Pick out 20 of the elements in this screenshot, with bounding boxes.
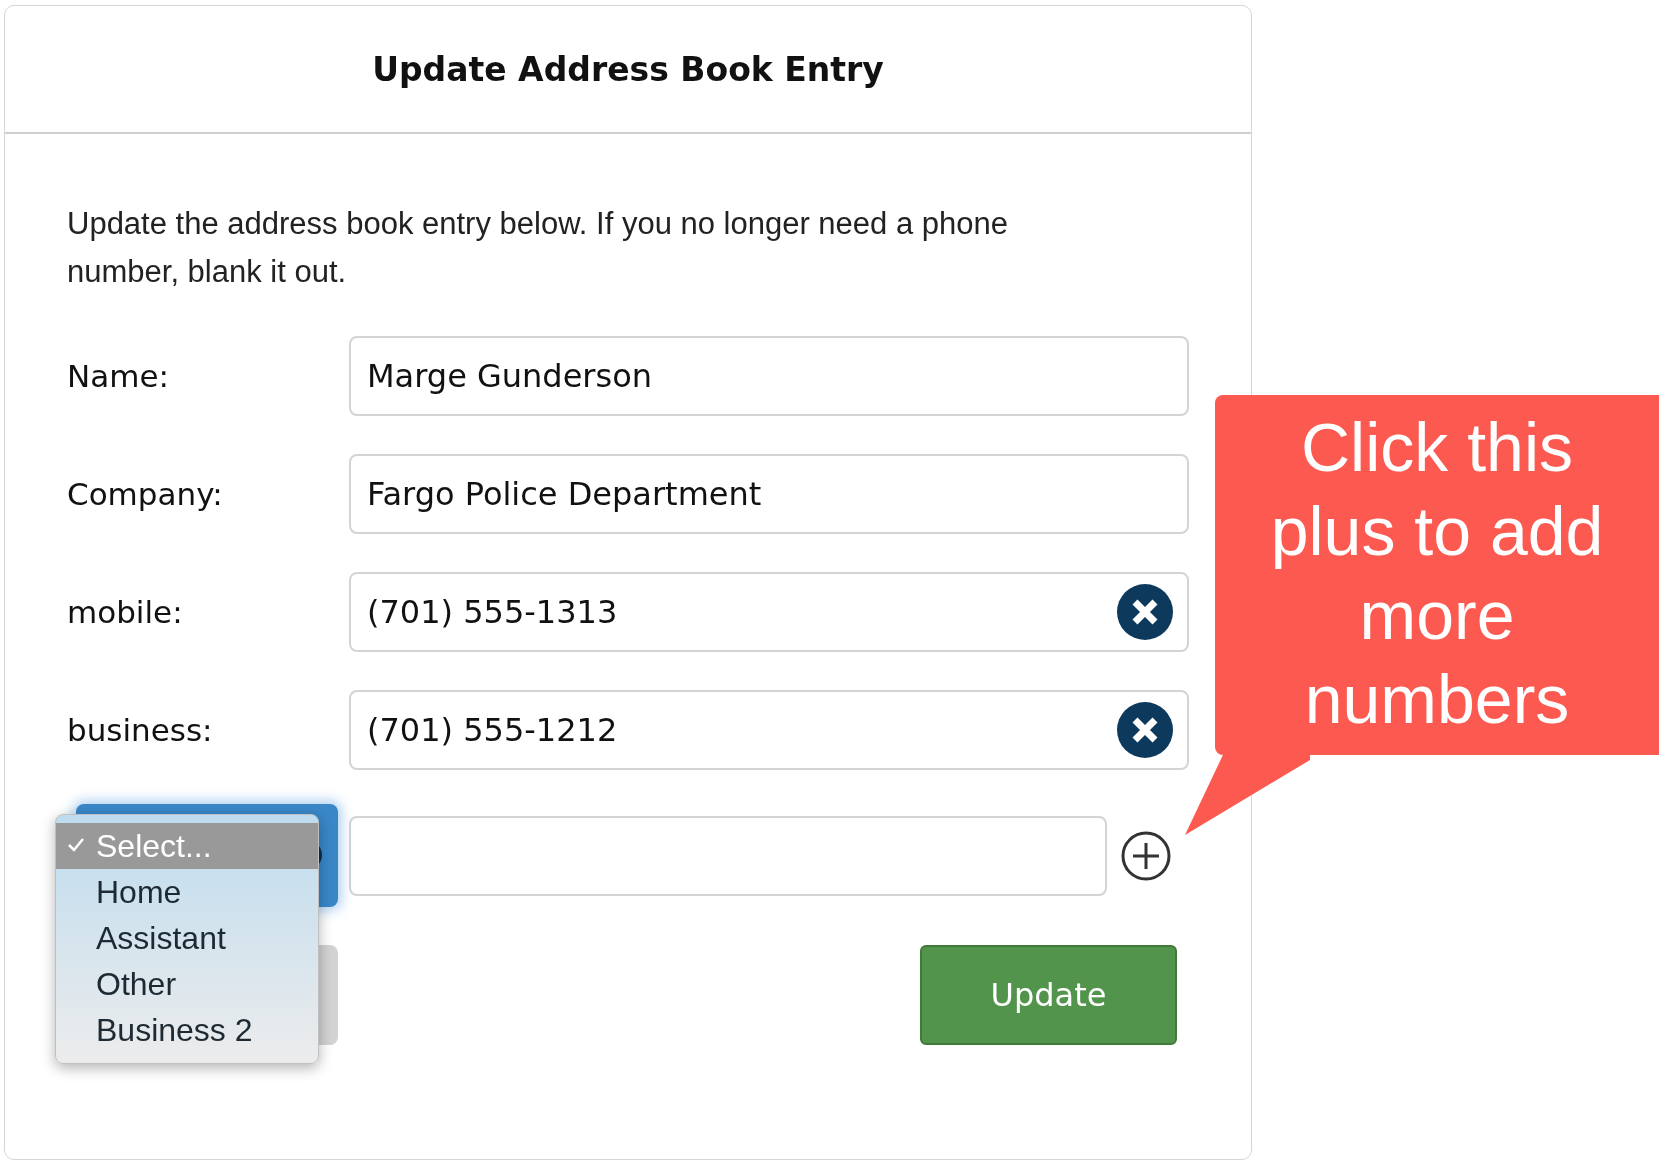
input-field[interactable]: Marge Gunderson bbox=[349, 336, 1189, 416]
field-label: Name: bbox=[67, 358, 170, 394]
menu-option[interactable]: Home bbox=[56, 869, 318, 915]
callout: Click this plus to add more numbers bbox=[1215, 395, 1659, 755]
instruction-text: Update the address book entry below. If you no longer need a phone number, blank it out. bbox=[67, 205, 1009, 291]
input-field[interactable]: (701) 555-1212 bbox=[349, 690, 1189, 770]
clear-icon[interactable] bbox=[1117, 702, 1173, 758]
menu-option[interactable]: Other bbox=[56, 961, 318, 1007]
input-field[interactable]: (701) 555-1313 bbox=[349, 572, 1189, 652]
menu-option[interactable]: Business 2 bbox=[56, 1007, 318, 1053]
add-icon[interactable] bbox=[1120, 829, 1172, 882]
input-field[interactable]: Fargo Police Department bbox=[349, 454, 1189, 534]
field-label: business: bbox=[67, 712, 214, 748]
dialog-title: Update Address Book Entry bbox=[372, 49, 884, 89]
field-label: mobile: bbox=[67, 594, 184, 630]
field-label: Company: bbox=[67, 476, 224, 512]
clear-icon[interactable] bbox=[1117, 584, 1173, 640]
menu-option[interactable]: Assistant bbox=[56, 915, 318, 961]
update-button[interactable]: Update bbox=[920, 945, 1177, 1045]
input-field[interactable] bbox=[349, 815, 1107, 896]
